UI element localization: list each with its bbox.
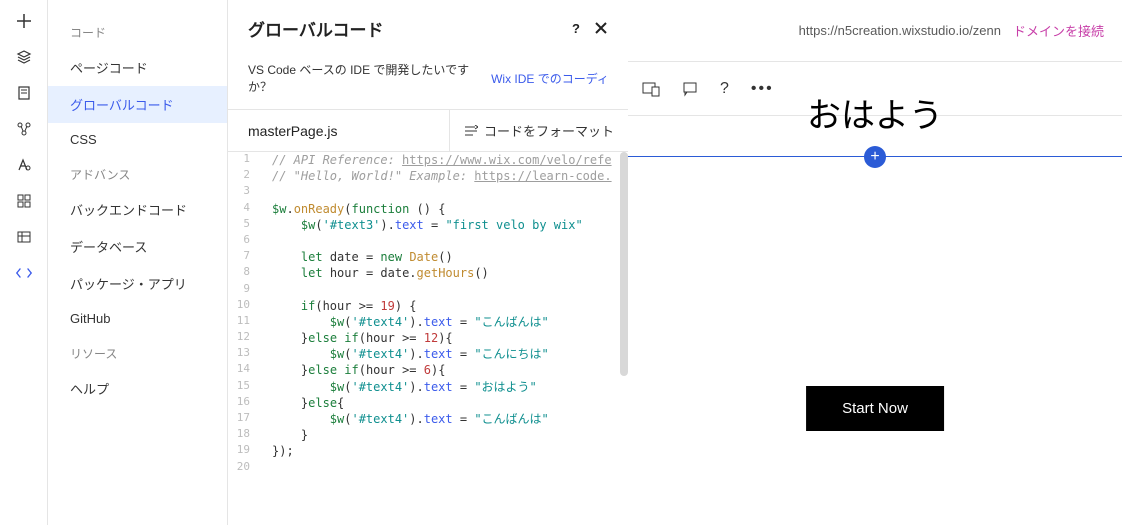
preview-pane: https://n5creation.wixstudio.io/zenn ドメイ… xyxy=(628,0,1122,525)
sidebar-item-global-code[interactable]: グローバルコード xyxy=(48,86,227,123)
sidebar-item-page-code[interactable]: ページコード xyxy=(48,49,227,86)
section-title-resources: リソース xyxy=(48,335,227,370)
left-icon-bar xyxy=(0,0,48,525)
connect-icon[interactable] xyxy=(15,120,33,138)
start-now-button[interactable]: Start Now xyxy=(806,386,944,431)
code-sidebar: コード ページコード グローバルコード CSS アドバンス バックエンドコード … xyxy=(48,0,228,525)
sidebar-item-css[interactable]: CSS xyxy=(48,123,227,156)
apps-icon[interactable] xyxy=(15,192,33,210)
vscode-prompt: VS Code ベースの IDE で開発したいですか？ xyxy=(248,61,491,95)
preview-url: https://n5creation.wixstudio.io/zenn xyxy=(799,23,1001,38)
sidebar-item-github[interactable]: GitHub xyxy=(48,302,227,335)
preview-heading[interactable]: おはよう xyxy=(628,88,1122,137)
page-icon[interactable] xyxy=(15,84,33,102)
preview-canvas[interactable]: おはよう + Start Now xyxy=(628,116,1122,525)
code-panel: グローバルコード ? VS Code ベースの IDE で開発したいですか？ W… xyxy=(228,0,628,525)
layers-icon[interactable] xyxy=(15,48,33,66)
sidebar-item-backend[interactable]: バックエンドコード xyxy=(48,191,227,228)
section-title-code: コード xyxy=(48,14,227,49)
format-code-button[interactable]: コードをフォーマット xyxy=(449,110,628,151)
sidebar-item-help[interactable]: ヘルプ xyxy=(48,370,227,407)
add-section-button[interactable]: + xyxy=(864,146,886,168)
preview-topbar: https://n5creation.wixstudio.io/zenn ドメイ… xyxy=(628,0,1122,62)
text-icon[interactable] xyxy=(15,156,33,174)
format-label: コードをフォーマット xyxy=(484,121,614,140)
filename-label: masterPage.js xyxy=(228,123,357,139)
wix-ide-link[interactable]: Wix IDE でのコーディ xyxy=(491,70,608,87)
close-icon[interactable] xyxy=(594,21,608,36)
editor-scrollbar[interactable] xyxy=(620,152,628,376)
format-icon xyxy=(464,125,478,137)
connect-domain-link[interactable]: ドメインを接続 xyxy=(1013,21,1104,40)
help-icon[interactable]: ? xyxy=(572,21,580,36)
sidebar-item-packages[interactable]: パッケージ・アプリ xyxy=(48,265,227,302)
code-editor[interactable]: 1// API Reference: https://www.wix.com/v… xyxy=(228,152,628,525)
sidebar-item-database[interactable]: データベース xyxy=(48,228,227,265)
section-title-advanced: アドバンス xyxy=(48,156,227,191)
code-icon[interactable] xyxy=(15,264,33,282)
add-icon[interactable] xyxy=(15,12,33,30)
data-icon[interactable] xyxy=(15,228,33,246)
panel-title: グローバルコード xyxy=(248,16,384,41)
